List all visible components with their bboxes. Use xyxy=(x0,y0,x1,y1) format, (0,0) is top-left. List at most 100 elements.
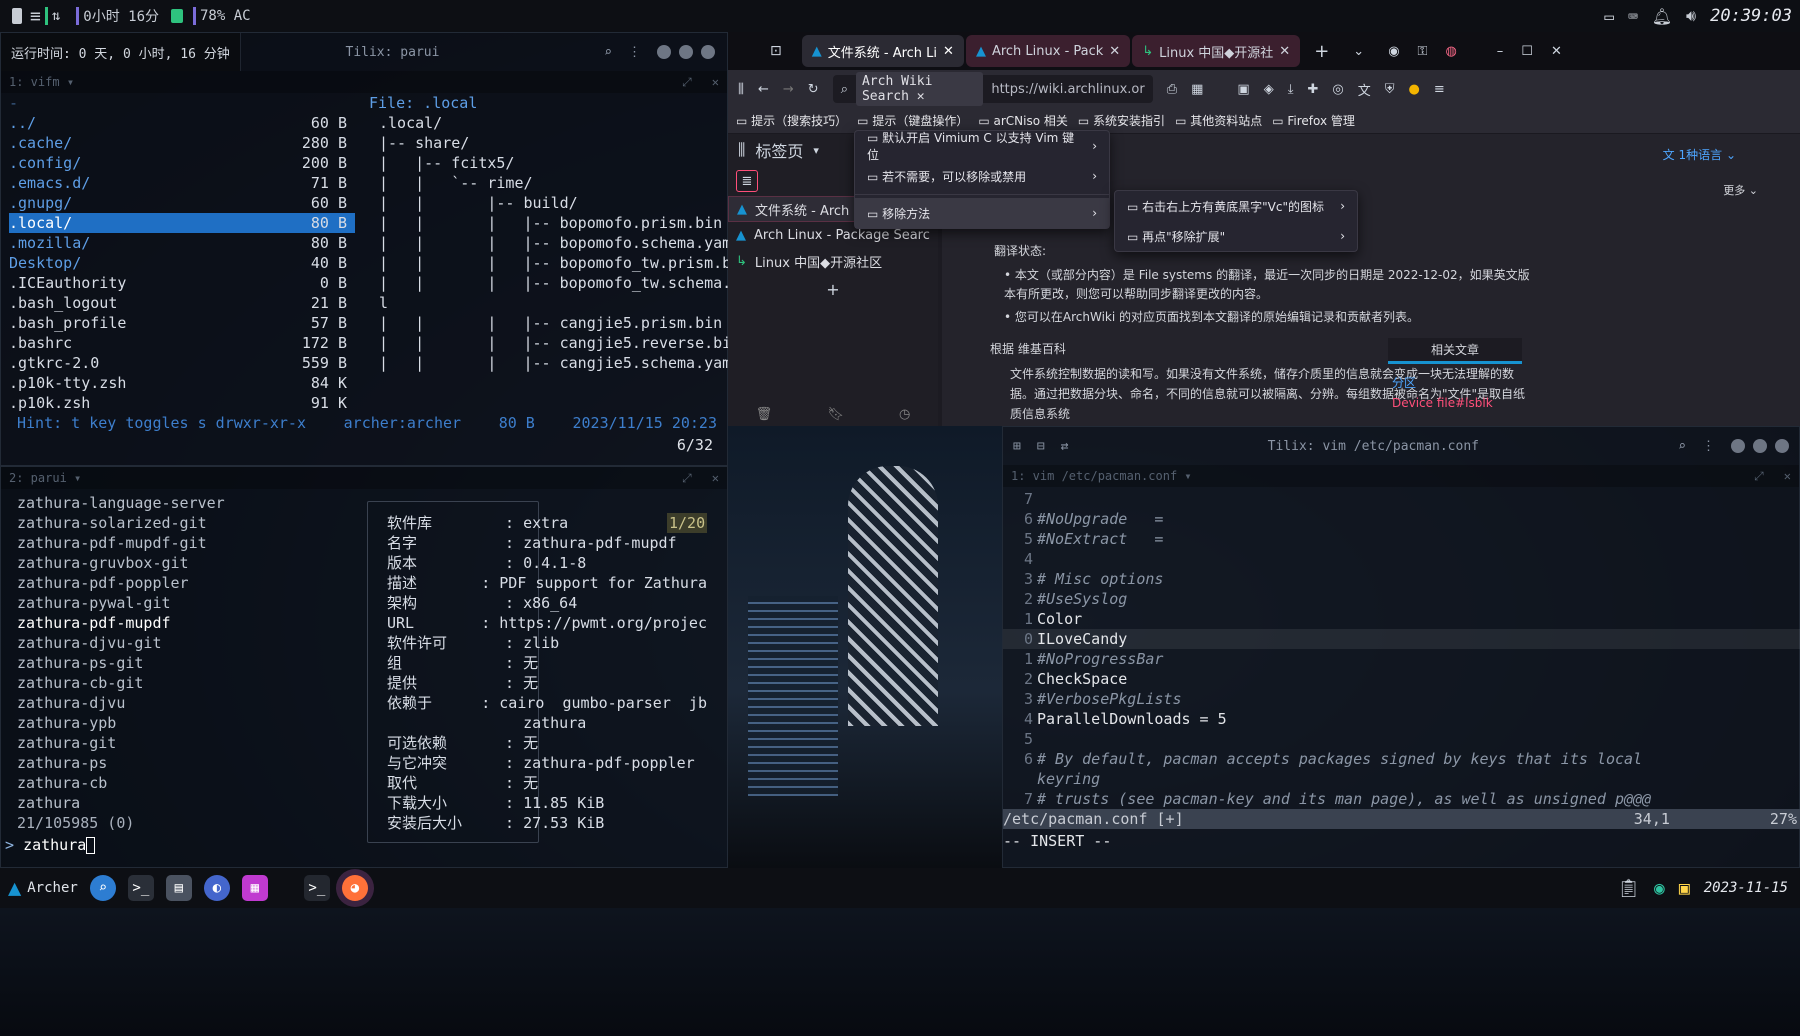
menu-item-right-click-vc[interactable]: ▭ 右击右上方有黄底黑字"Vc"的图标 › xyxy=(1115,191,1357,221)
close-pane-icon[interactable]: ✕ xyxy=(1784,469,1791,484)
file-row[interactable]: .bash_logout 21 B xyxy=(9,293,355,313)
menu-item-remove-method[interactable]: ▭ 移除方法 › xyxy=(855,198,1109,228)
user-label[interactable]: Archer xyxy=(27,880,78,896)
files-launcher-icon[interactable]: ▤ xyxy=(165,875,192,901)
file-row[interactable]: .ICEauthority 0 B xyxy=(9,273,355,293)
maximize-pane-icon[interactable]: ⤢ xyxy=(682,471,692,486)
maximize-pane-icon[interactable]: ⤢ xyxy=(682,75,692,90)
search-engine-chip[interactable]: Arch Wiki Search ✕ xyxy=(855,72,984,106)
taskbar-date[interactable]: 2023-11-15 xyxy=(1704,880,1788,896)
package-row[interactable]: zathura-cb xyxy=(17,773,357,793)
shield-icon[interactable]: ⛨ xyxy=(1385,82,1395,97)
file-row[interactable]: .gtkrc-2.0 559 B xyxy=(9,353,355,373)
maximize-button[interactable] xyxy=(1752,439,1767,453)
input-method-icon[interactable]: ▣ xyxy=(1679,878,1690,899)
keyboard-icon[interactable]: ⌨ xyxy=(1628,7,1638,26)
related-link-partition[interactable]: 分区 xyxy=(1392,374,1416,391)
add-tab-icon[interactable]: + xyxy=(728,280,938,299)
close-pane-icon[interactable]: ✕ xyxy=(712,75,719,90)
reader-icon[interactable]: ⎙ xyxy=(1167,82,1177,97)
package-row[interactable]: zathura-pdf-poppler xyxy=(17,573,357,593)
browser-launcher-icon[interactable]: ◐ xyxy=(203,875,230,901)
mask-icon[interactable]: ◎ xyxy=(1332,82,1343,97)
bookmark-folder-1[interactable]: ▭ 提示（键盘操作） xyxy=(857,112,968,129)
file-row[interactable]: .bashrc 172 B xyxy=(9,333,355,353)
package-row[interactable]: zathura-djvu xyxy=(17,693,357,713)
key-icon[interactable]: ⚿ xyxy=(1418,44,1428,59)
maximize-button[interactable] xyxy=(679,45,693,59)
package-row[interactable]: zathura-pdf-mupdf xyxy=(17,613,357,633)
split-icon[interactable]: ⊟ xyxy=(1037,439,1045,454)
sidebar-title[interactable]: 标签页 xyxy=(755,138,803,162)
workspace-switcher-icon[interactable]: ▦ xyxy=(241,875,268,901)
more-icon[interactable]: ⋮ xyxy=(1702,439,1715,454)
file-row[interactable]: .mozilla/80 B xyxy=(9,233,355,253)
close-pane-icon[interactable]: ✕ xyxy=(712,471,719,486)
clipboard-icon[interactable]: 📋︎ xyxy=(1617,878,1640,899)
screenshot-icon[interactable]: ▣ xyxy=(1237,82,1249,97)
add-terminal-icon[interactable]: ⊞ xyxy=(1013,439,1021,454)
package-row[interactable]: zathura-gruvbox-git xyxy=(17,553,357,573)
package-row[interactable]: zathura-ps xyxy=(17,753,357,773)
close-icon[interactable]: ✕ xyxy=(1109,44,1120,59)
more-icon[interactable]: ⋮ xyxy=(628,45,641,60)
file-row[interactable]: .config/200 B xyxy=(9,153,355,173)
chevron-down-icon[interactable]: ▾ xyxy=(813,144,819,157)
extension-icon[interactable]: ◈ xyxy=(1264,82,1274,97)
file-row[interactable]: ../ 60 B xyxy=(9,113,355,133)
menu-item-vimium-default[interactable]: ▭ 默认开启 Vimium C 以支持 Vim 键位 › xyxy=(855,131,1109,162)
bookmark-folder-0[interactable]: ▭ 提示（搜索技巧） xyxy=(736,112,847,129)
package-row[interactable]: zathura-pywal-git xyxy=(17,593,357,613)
maximize-pane-icon[interactable]: ⤢ xyxy=(1754,469,1764,484)
workspace-icon[interactable] xyxy=(12,8,22,24)
file-row[interactable]: .p10k.zsh 91 K xyxy=(9,393,355,413)
translate-icon[interactable]: 文 xyxy=(1358,80,1371,99)
back-icon[interactable]: ← xyxy=(758,82,769,97)
package-row[interactable]: zathura-ps-git xyxy=(17,653,357,673)
volume-icon[interactable]: 🔊︎ xyxy=(1686,6,1696,26)
bookmark-folder-4[interactable]: ▭ 其他资料站点 xyxy=(1175,112,1262,129)
tab-package-search[interactable]: ▲ Arch Linux - Pack ✕ xyxy=(965,35,1131,67)
file-row[interactable]: .bash_profile 57 B xyxy=(9,313,355,333)
forward-icon[interactable]: → xyxy=(783,82,794,97)
tilix-task-icon[interactable]: >_ xyxy=(303,875,330,901)
bookmark-folder-3[interactable]: ▭ 系统安装指引 xyxy=(1078,112,1165,129)
package-row[interactable]: zathura-pdf-mupdf-git xyxy=(17,533,357,553)
account-icon[interactable]: ◉ xyxy=(1388,44,1399,59)
vim-buffer[interactable]: 7 6 #NoUpgrade = 5 #NoExtract = 4 3 # Misc opti… xyxy=(1003,489,1800,809)
package-row[interactable]: zathura-cb-git xyxy=(17,673,357,693)
language-selector[interactable]: 文 1种语言 ⌄ xyxy=(1663,146,1736,163)
download-icon[interactable]: ⤓ xyxy=(1288,82,1294,97)
related-link-device[interactable]: Device file#lsblk xyxy=(1392,396,1493,410)
tab-linux-china[interactable]: ↳ Linux 中国◆开源社 ✕ xyxy=(1132,35,1301,67)
url-bar[interactable]: ⌕ Arch Wiki Search ✕ https://wiki.archli… xyxy=(832,72,1153,106)
package-row[interactable]: zathura-language-server xyxy=(17,493,357,513)
globe-icon[interactable]: ◍ xyxy=(1445,44,1456,59)
bookmark-folder-5[interactable]: ▭ Firefox 管理 xyxy=(1272,112,1355,129)
chevron-down-icon[interactable]: ▾ xyxy=(74,471,81,485)
close-icon[interactable]: ✕ xyxy=(943,44,954,59)
library-icon[interactable]: ⫼ xyxy=(738,82,744,97)
file-row[interactable]: .p10k-tty.zsh 84 K xyxy=(9,373,355,393)
list-icon[interactable]: ≣ xyxy=(736,170,758,192)
close-button[interactable] xyxy=(1774,439,1789,453)
hamburger-icon[interactable]: ≡ xyxy=(1434,82,1445,97)
file-row[interactable]: Desktop/40 B xyxy=(9,253,355,273)
sync-icon[interactable]: ⇄ xyxy=(1061,439,1069,454)
clock-icon[interactable]: ◷ xyxy=(899,407,910,422)
chevron-down-icon[interactable]: ▾ xyxy=(67,75,74,89)
minimize-icon[interactable]: – xyxy=(1497,44,1504,59)
file-row[interactable]: .emacs.d/71 B xyxy=(9,173,355,193)
arch-logo-icon[interactable]: ▲ xyxy=(8,876,21,901)
close-icon[interactable]: ✕ xyxy=(1279,44,1290,59)
close-button[interactable] xyxy=(701,45,715,59)
more-menu[interactable]: 更多 ⌄ xyxy=(1723,182,1758,198)
chevron-down-icon[interactable]: ▾ xyxy=(1184,469,1191,483)
qr-icon[interactable]: ▦ xyxy=(1191,82,1203,97)
search-icon[interactable]: ⌕ xyxy=(1678,439,1686,454)
package-row[interactable]: zathura-solarized-git xyxy=(17,513,357,533)
package-row[interactable]: zathura-ypb xyxy=(17,713,357,733)
firefox-task-icon[interactable]: ◕ xyxy=(341,875,368,901)
reload-icon[interactable]: ↻ xyxy=(808,82,819,97)
new-tab-icon[interactable]: + xyxy=(1314,41,1329,62)
